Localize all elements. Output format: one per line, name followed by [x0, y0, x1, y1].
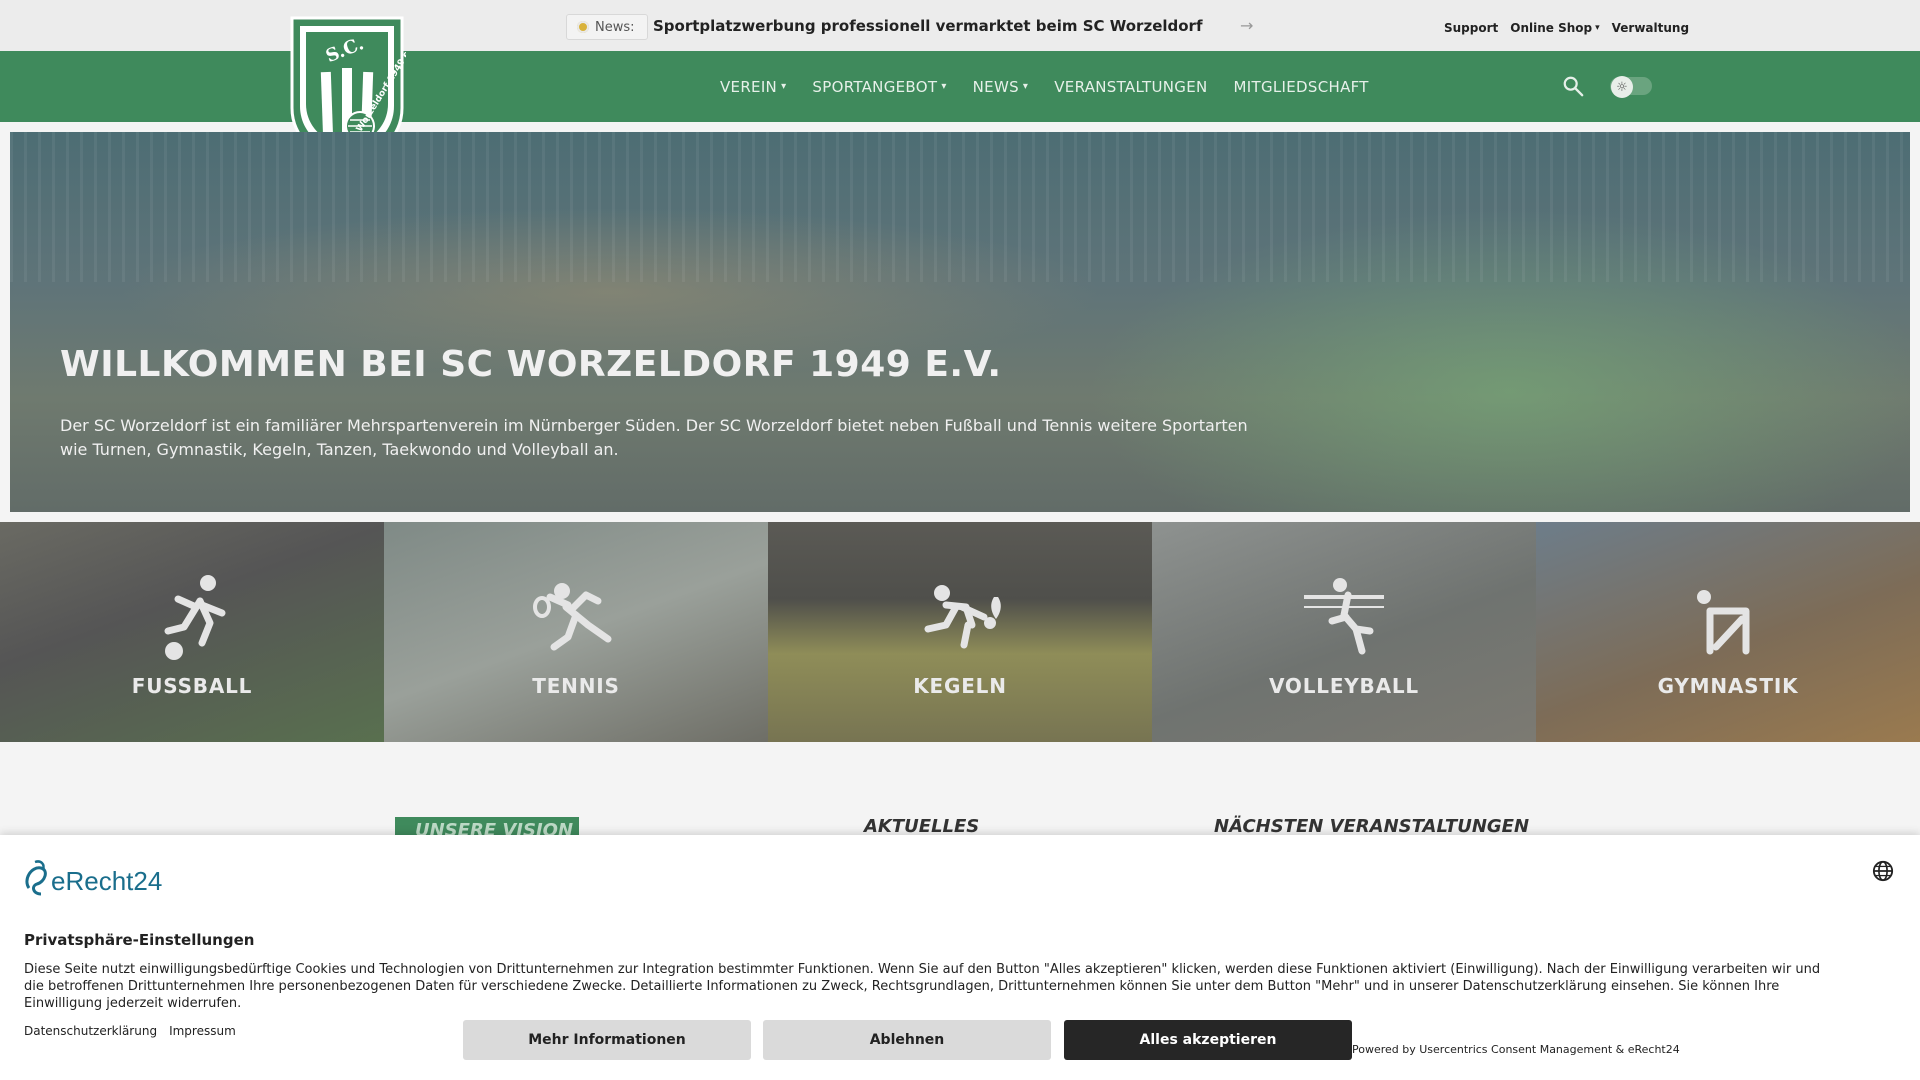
sport-tile-label: TENNIS [532, 674, 620, 698]
privacy-policy-link[interactable]: Datenschutzerklärung [24, 1024, 157, 1038]
nav-item-verein[interactable]: VEREIN ▾ [720, 78, 786, 96]
verwaltung-link[interactable]: Verwaltung [1612, 21, 1689, 35]
tennis-icon [533, 583, 612, 651]
language-globe-icon[interactable] [1872, 860, 1894, 882]
nav-item-label: VEREIN [720, 77, 778, 96]
sport-tile-kegeln[interactable]: KEGELN [768, 522, 1152, 742]
nav-item-label: SPORTANGEBOT [812, 77, 938, 96]
section-heading-aktuelles: AKTUELLES [864, 816, 980, 837]
main-nav: VEREIN ▾ SPORTANGEBOT ▾ NEWS ▾ VERANSTAL… [720, 51, 1369, 122]
online-shop-link[interactable]: Online Shop ▾ [1510, 21, 1599, 35]
hero-description: Der SC Worzeldorf ist ein familiärer Meh… [60, 416, 1248, 459]
news-label: News: [566, 14, 648, 40]
erecht24-logo: eRecht24 [25, 860, 162, 896]
accept-all-button[interactable]: Alles akzeptieren [1064, 1020, 1352, 1060]
sport-tile-label: VOLLEYBALL [1269, 674, 1419, 698]
sun-icon: ☼ [1611, 76, 1633, 98]
online-shop-label: Online Shop [1510, 21, 1593, 35]
sport-tile-label: KEGELN [913, 674, 1007, 698]
cookie-title: Privatsphäre-Einstellungen [24, 931, 255, 949]
dark-mode-toggle[interactable]: ☼ [1610, 76, 1652, 98]
erecht24-brand-text: eRecht24 [51, 866, 162, 896]
nav-item-mitgliedschaft[interactable]: MITGLIEDSCHAFT [1234, 78, 1369, 96]
nav-item-sportangebot[interactable]: SPORTANGEBOT ▾ [812, 78, 946, 96]
sport-tile-gymnastik[interactable]: GYMNASTIK [1536, 522, 1920, 742]
sport-tile-fussball[interactable]: FUSSBALL [0, 522, 384, 742]
hero-title: WILLKOMMEN BEI SC WORZELDORF 1949 E.V. [60, 344, 1002, 385]
top-links: Support Online Shop ▾ Verwaltung [1444, 21, 1689, 35]
news-next-arrow-icon[interactable]: → [1240, 16, 1253, 35]
chevron-down-icon: ▾ [1022, 81, 1029, 92]
volleyball-icon [1304, 578, 1384, 655]
decline-button[interactable]: Ablehnen [763, 1020, 1051, 1060]
sport-tile-label: GYMNASTIK [1657, 674, 1799, 698]
sport-tile-tennis[interactable]: TENNIS [384, 522, 768, 742]
nav-item-label: MITGLIEDSCHAFT [1233, 77, 1369, 96]
cookie-description: Diese Seite nutzt einwilligungsbedürftig… [24, 962, 1821, 1011]
search-icon[interactable] [1562, 75, 1584, 97]
soccer-icon [164, 575, 226, 660]
sport-tiles: FUSSBALL TENNIS KEGELN VOLLEYBALL GYMNAS… [0, 522, 1920, 742]
news-label-text: News: [595, 19, 635, 35]
bowling-icon [924, 585, 1001, 649]
nav-item-label: VERANSTALTUNGEN [1054, 77, 1208, 96]
cookie-links: Datenschutzerklärung Impressum [24, 1024, 236, 1038]
hero-banner: WILLKOMMEN BEI SC WORZELDORF 1949 E.V. D… [10, 132, 1910, 512]
powered-by-text: Powered by Usercentrics Consent Manageme… [1352, 1043, 1680, 1056]
more-information-button[interactable]: Mehr Informationen [463, 1020, 751, 1060]
nav-item-news[interactable]: NEWS ▾ [973, 78, 1029, 96]
clock-icon [577, 21, 589, 33]
gymnastics-icon [1697, 590, 1750, 655]
hero-stadium-background [10, 132, 1910, 282]
support-link[interactable]: Support [1444, 21, 1498, 35]
nav-item-veranstaltungen[interactable]: VERANSTALTUNGEN [1054, 78, 1207, 96]
section-heading-veranstaltungen: NÄCHSTEN VERANSTALTUNGEN [1214, 816, 1530, 837]
sport-tile-label: FUSSBALL [131, 674, 253, 698]
chevron-down-icon: ▾ [1595, 23, 1600, 33]
nav-item-label: NEWS [972, 77, 1019, 96]
imprint-link[interactable]: Impressum [169, 1024, 236, 1038]
news-ticker-headline[interactable]: Sportplatzwerbung professionell vermarkt… [653, 17, 1202, 35]
sport-tile-volleyball[interactable]: VOLLEYBALL [1152, 522, 1536, 742]
chevron-down-icon: ▾ [941, 81, 947, 92]
chevron-down-icon: ▾ [781, 81, 787, 92]
